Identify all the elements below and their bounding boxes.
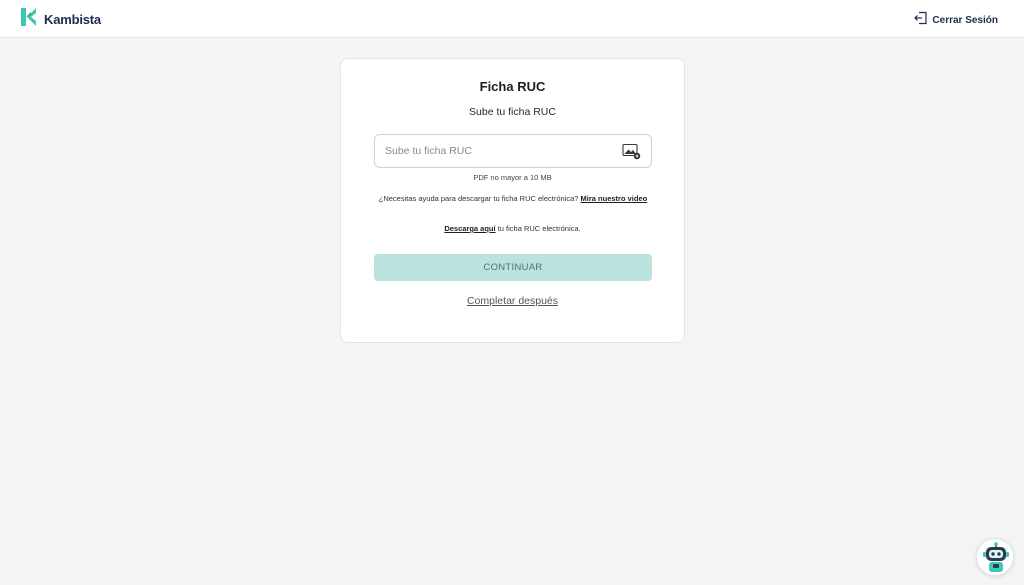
complete-later-wrapper: Completar después — [341, 291, 684, 309]
page-title: Ficha RUC — [479, 79, 546, 94]
complete-later-link[interactable]: Completar después — [467, 295, 558, 307]
logout-label: Cerrar Sesión — [932, 15, 998, 26]
download-here-link[interactable]: Descarga aquí — [444, 224, 495, 233]
chatbot-button[interactable] — [976, 538, 1014, 576]
help-text-block: ¿Necesitas ayuda para descargar tu ficha… — [377, 193, 649, 204]
ruc-upload-card: Ficha RUC Sube tu ficha RUC Sube tu fich… — [340, 58, 685, 343]
brand-name: Kambista — [44, 11, 101, 27]
continue-button[interactable]: CONTINUAR — [374, 254, 652, 281]
logout-button[interactable]: Cerrar Sesión — [914, 11, 998, 30]
download-text: tu ficha RUC electrónica. — [497, 224, 581, 233]
ruc-file-upload-field[interactable]: Sube tu ficha RUC — [374, 134, 652, 168]
top-bar: Kambista Cerrar Sesión — [0, 0, 1024, 38]
upload-hint: PDF no mayor a 10 MB — [473, 173, 552, 182]
help-text: ¿Necesitas ayuda para descargar tu ficha… — [378, 194, 579, 203]
upload-placeholder: Sube tu ficha RUC — [385, 145, 472, 157]
logout-icon — [914, 11, 928, 30]
download-text-block: Descarga aquí tu ficha RUC electrónica. — [341, 224, 684, 233]
watch-video-link[interactable]: Mira nuestro video — [581, 194, 648, 203]
card-subtitle: Sube tu ficha RUC — [469, 106, 556, 118]
kambista-logo-icon — [19, 7, 39, 32]
brand-logo[interactable]: Kambista — [19, 7, 101, 32]
image-upload-icon[interactable] — [622, 143, 641, 160]
